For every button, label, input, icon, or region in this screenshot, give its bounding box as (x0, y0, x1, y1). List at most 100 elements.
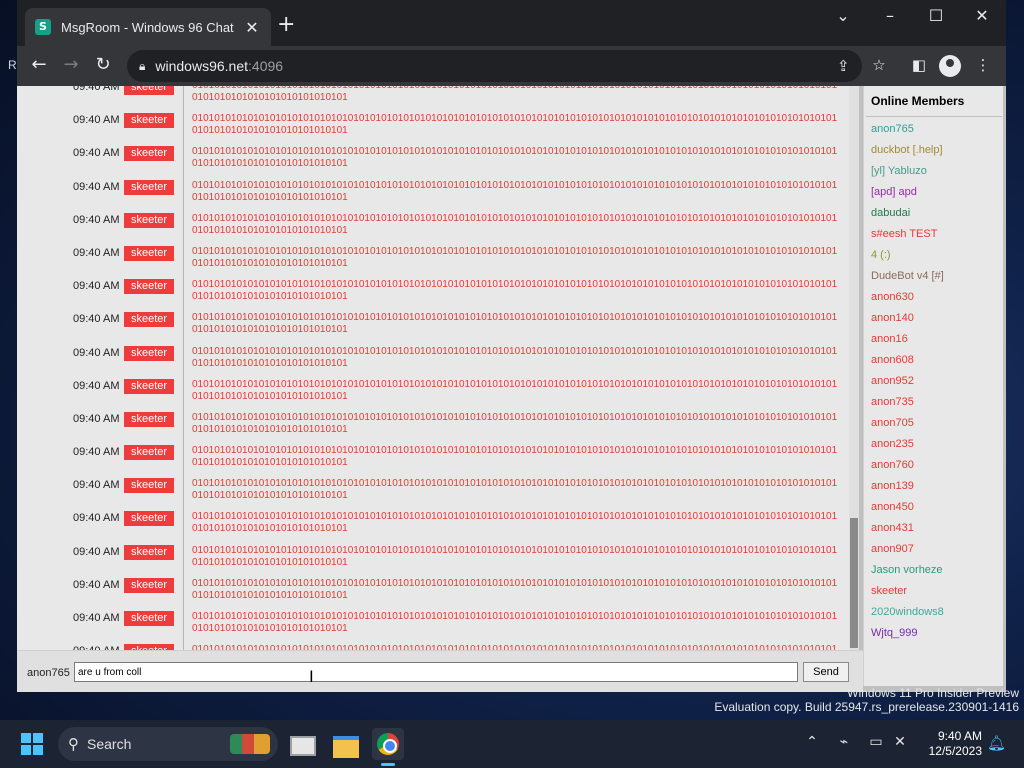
profile-avatar-icon[interactable] (939, 55, 961, 77)
message-username-badge[interactable]: skeeter (124, 577, 175, 593)
member-item[interactable]: anon630 (871, 291, 914, 303)
task-view-icon[interactable] (285, 728, 317, 760)
member-item[interactable]: Jason vorheze (871, 564, 943, 576)
online-members-title: Online Members (871, 94, 965, 108)
member-item[interactable]: anon16 (871, 333, 908, 345)
message-username-badge[interactable]: skeeter (124, 86, 175, 95)
watermark-line-2: Evaluation copy. Build 25947.rs_prerelea… (714, 700, 1019, 714)
message-text: 0101010101010101010101010101010101010101… (192, 411, 838, 435)
url-host: windows96.net (155, 58, 249, 74)
message-time: 09:40 AM (73, 446, 120, 459)
member-item[interactable]: anon235 (871, 438, 914, 450)
member-item[interactable]: 2020windows8 (871, 606, 944, 618)
message-time: 09:40 AM (73, 313, 120, 326)
message-username-badge[interactable]: skeeter (124, 245, 175, 261)
member-item[interactable]: DudeBot v4 [#] (871, 270, 944, 282)
close-tab-icon[interactable]: ✕ (243, 18, 261, 37)
network-offline-icon[interactable]: ⌁ (834, 734, 854, 750)
member-item[interactable]: Wjtq_999 (871, 627, 917, 639)
member-item[interactable]: anon139 (871, 480, 914, 492)
back-arrow-icon[interactable]: ← (27, 54, 51, 75)
member-item[interactable]: anon735 (871, 396, 914, 408)
chrome-taskbar-icon[interactable] (372, 728, 404, 760)
message-username-badge[interactable]: skeeter (124, 113, 175, 129)
lock-icon: 🔒︎ (139, 58, 146, 73)
member-item[interactable]: [apd] apd (871, 186, 917, 198)
tab-title: MsgRoom - Windows 96 Chat (61, 19, 234, 35)
online-members-panel: Online Members anon765 duckbot [.help] [yl… (863, 86, 1003, 686)
composer-username: anon765 (27, 667, 70, 679)
message-input[interactable] (74, 662, 798, 682)
member-item[interactable]: anon907 (871, 543, 914, 555)
tray-overflow-chevron-icon[interactable]: ⌃ (802, 734, 822, 750)
message-time: 09:40 AM (73, 180, 120, 193)
chat-message: 09:40 AMskeeter0101010101010101010101010… (17, 86, 859, 110)
message-username-badge[interactable]: skeeter (124, 279, 175, 295)
member-item[interactable]: [yl] Yabluzo (871, 165, 927, 177)
message-text: 0101010101010101010101010101010101010101… (192, 212, 838, 236)
message-text: 0101010101010101010101010101010101010101… (192, 611, 838, 634)
new-tab-plus-icon[interactable]: + (277, 14, 295, 36)
message-text: 0101010101010101010101010101010101010101… (192, 445, 838, 469)
member-item[interactable]: dabudai (871, 207, 910, 219)
display-icon[interactable]: ▭ (866, 734, 886, 750)
send-button[interactable]: Send (803, 662, 849, 682)
message-username-badge[interactable]: skeeter (124, 312, 175, 328)
member-item[interactable]: anon608 (871, 354, 914, 366)
windows-start-icon[interactable] (21, 733, 43, 755)
member-item[interactable]: 4 (:) (871, 249, 891, 261)
chat-message: 09:40 AMskeeter0101010101010101010101010… (17, 641, 859, 650)
bookmark-star-icon[interactable]: ☆ (869, 56, 889, 74)
forward-arrow-icon[interactable]: → (59, 54, 83, 75)
chat-scrollbar[interactable] (849, 86, 859, 650)
member-item[interactable]: duckbot [.help] (871, 144, 943, 156)
chat-message: 09:40 AM skeeter 0101010101010101010101010… (17, 309, 859, 342)
chat-message: 09:40 AMskeeter0101010101010101010101010… (17, 276, 859, 309)
member-item[interactable]: anon140 (871, 312, 914, 324)
chat-scroll-thumb[interactable] (850, 518, 858, 648)
maximize-icon[interactable]: ☐ (926, 6, 946, 25)
share-icon[interactable]: ⇪ (837, 57, 850, 75)
tab-search-chevron-icon[interactable]: ⌄ (833, 6, 853, 25)
message-text: 0101010101010101010101010101010101010101… (192, 478, 838, 502)
member-item[interactable]: anon952 (871, 375, 914, 387)
member-item[interactable]: anon431 (871, 522, 914, 534)
side-panel-icon[interactable]: ◧ (909, 56, 929, 74)
message-username-badge[interactable]: skeeter (124, 445, 175, 461)
active-app-indicator (381, 763, 395, 766)
minimize-icon[interactable]: – (880, 6, 900, 25)
member-item[interactable]: anon705 (871, 417, 914, 429)
notification-bell-icon[interactable]: 🔔︎ (987, 734, 1006, 752)
message-username-badge[interactable]: skeeter (124, 511, 175, 527)
message-username-badge[interactable]: skeeter (124, 345, 175, 361)
reload-icon[interactable]: ↻ (91, 54, 115, 75)
message-username-badge[interactable]: skeeter (124, 611, 175, 626)
message-username-badge[interactable]: skeeter (124, 179, 175, 195)
tab-msgroom[interactable]: S MsgRoom - Windows 96 Chat ✕ (25, 8, 271, 46)
volume-muted-icon[interactable]: ✕ (890, 734, 910, 750)
member-item[interactable]: anon450 (871, 501, 914, 513)
taskbar-search[interactable]: ⚲ Search (58, 727, 278, 761)
message-username-badge[interactable]: skeeter (124, 411, 175, 427)
kebab-menu-icon[interactable]: ⋮ (973, 56, 993, 74)
message-username-badge[interactable]: skeeter (124, 212, 175, 228)
message-username-badge[interactable]: skeeter (124, 378, 175, 394)
chat-log: 09:40 AM skeeter 0101010101010101010101010… (17, 86, 859, 650)
message-username-badge[interactable]: skeeter (124, 478, 175, 494)
member-item[interactable]: anon765 (871, 123, 914, 135)
message-username-badge[interactable]: skeeter (124, 544, 175, 560)
address-bar[interactable]: 🔒︎ windows96.net:4096 ⇪ (127, 50, 862, 82)
member-item[interactable]: skeeter (871, 585, 907, 597)
taskbar-clock[interactable]: 9:40 AM 12/5/2023 (912, 729, 982, 759)
message-username-badge[interactable]: skeeter (124, 146, 175, 162)
message-text: 0101010101010101010101010101010101010101… (192, 146, 838, 170)
member-item[interactable]: anon760 (871, 459, 914, 471)
message-text: 0101010101010101010101010101010101010101… (192, 312, 838, 336)
chat-message: 09:40 AMskeeter0101010101010101010101010… (17, 542, 859, 575)
member-item[interactable]: s#eesh TEST (871, 228, 937, 240)
message-time: 09:40 AM (73, 213, 120, 226)
file-explorer-icon[interactable] (330, 728, 362, 760)
message-time: 09:40 AM (73, 346, 120, 359)
close-window-icon[interactable]: ✕ (972, 6, 992, 25)
chat-message: 09:40 AMskeeter0101010101010101010101010… (17, 608, 859, 641)
